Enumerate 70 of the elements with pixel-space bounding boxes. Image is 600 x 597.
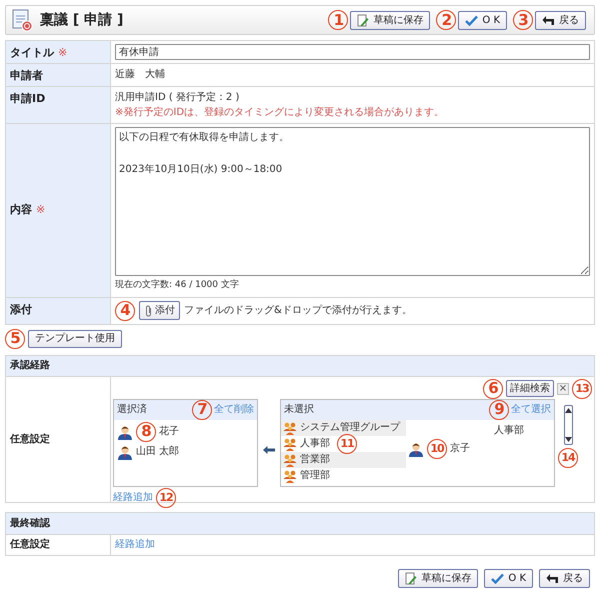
application-id: 汎用申請ID ( 発行予定：2 ) [115,90,240,105]
field-label: 申請ID [10,91,46,107]
back-button[interactable]: 戻る [535,10,586,30]
number-marker: 2 [436,10,456,30]
number-marker: 4 [115,300,135,320]
group-icon [283,420,297,434]
user-list-item[interactable]: 京子 [450,441,470,456]
return-arrow-icon [542,14,555,26]
character-counter: 現在の文字数: 46 / 1000 文字 [115,279,239,292]
user-list-item[interactable]: 山田 太郎 [136,444,180,459]
close-button[interactable]: × [557,382,569,394]
scroll-buttons[interactable] [564,404,572,444]
number-marker: 12 [156,488,176,508]
required-mark: ※ [58,45,68,61]
save-draft-button[interactable]: 草稿に保存 [350,10,430,30]
person-icon [117,424,133,440]
check-icon [465,14,478,26]
person-icon [117,444,133,460]
number-marker: 7 [192,400,212,420]
detail-search-button[interactable]: 詳細検索 [506,380,554,397]
number-marker: 13 [572,378,592,398]
add-route-link[interactable]: 経路追加 [113,490,153,505]
user-list-item[interactable]: 花子 [159,424,179,439]
document-icon [11,8,35,32]
field-label: タイトル [10,45,54,61]
list-heading: 選択済 [117,402,147,417]
group-list-item[interactable]: 人事部 [300,436,330,451]
group-icon [283,436,297,450]
ok-button[interactable]: O K [458,10,507,30]
title-input-field[interactable]: 有休申請 [115,44,590,60]
applicant-name: 近藤 大輔 [115,69,165,80]
field-label: 申請者 [10,68,43,84]
number-marker: 3 [513,10,533,30]
number-marker: 1 [328,10,348,30]
template-button[interactable]: テンプレート使用 [28,330,122,348]
list-heading: 未選択 [284,402,314,417]
number-marker: 9 [489,400,509,420]
section-title: 最終確認 [10,516,50,530]
section-title: 承認経路 [10,358,50,373]
id-note: ※発行予定のIDは、登録のタイミングにより変更される場合があります。 [115,106,444,120]
number-marker: 8 [136,422,156,442]
pencil-document-icon [405,572,418,584]
pencil-document-icon [357,14,370,26]
content-textarea[interactable]: 以下の日程で有休取得を申請します。 2023年10月10日(水) 9:00～18:00 [115,127,590,276]
page-title: 稟議 [ 申請 ] [40,10,124,30]
down-arrow-icon[interactable] [564,436,572,442]
up-arrow-icon[interactable] [564,408,572,412]
ok-button[interactable]: O K [484,568,533,588]
back-button[interactable]: 戻る [539,568,590,588]
field-label: 内容 [10,202,32,218]
attach-button[interactable]: 添付 [139,301,180,320]
paperclip-icon [144,304,153,316]
return-arrow-icon [546,572,559,584]
save-draft-button[interactable]: 草稿に保存 [398,568,478,588]
check-icon [491,572,504,584]
group-icon [283,452,297,466]
field-label: 添付 [10,302,32,318]
number-marker: 5 [5,328,25,348]
group-icon [283,468,297,482]
field-label: 任意設定 [10,537,50,552]
left-arrow-icon[interactable] [263,446,275,454]
group-list-item[interactable]: 管理部 [300,468,330,483]
attach-hint: ファイルのドラッグ&ドロップで添付が行えます。 [184,304,412,318]
person-icon [408,440,424,456]
number-marker: 14 [558,448,578,468]
group-heading: 人事部 [494,424,524,438]
add-route-link[interactable]: 経路追加 [115,537,155,552]
field-label: 任意設定 [10,432,50,446]
number-marker: 10 [427,438,447,458]
required-mark: ※ [36,202,46,218]
